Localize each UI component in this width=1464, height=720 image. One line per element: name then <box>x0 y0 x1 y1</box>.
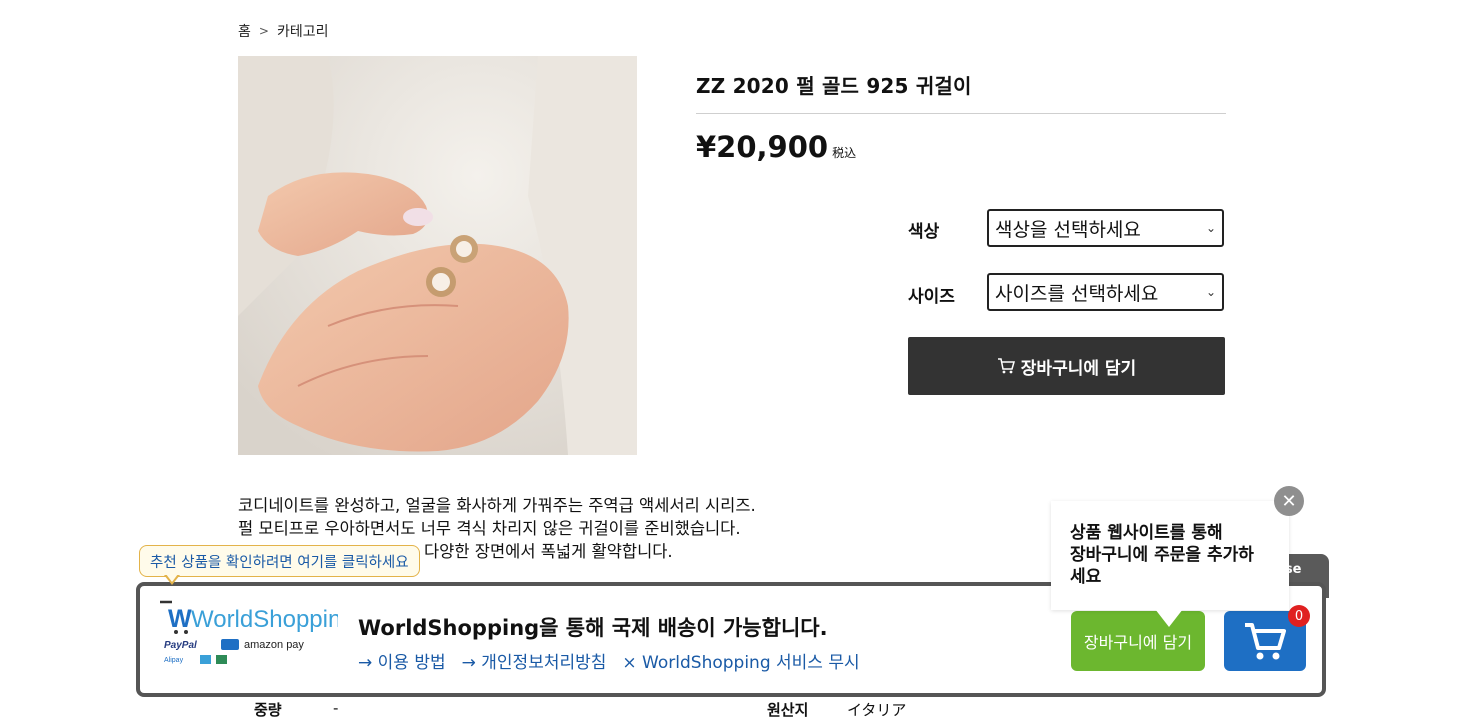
size-select[interactable]: 사이즈를 선택하세요 ⌄ <box>987 273 1224 311</box>
product-image[interactable] <box>238 56 637 455</box>
popup-tail <box>1155 609 1183 627</box>
add-to-cart-button[interactable]: 장바구니에 담기 <box>908 337 1225 395</box>
product-title: ZZ 2020 펄 골드 925 귀걸이 <box>696 74 972 98</box>
popup-line: 장바구니에 주문을 추가하 <box>1070 545 1254 565</box>
cart-count-badge: 0 <box>1288 605 1310 627</box>
svg-text:Alipay: Alipay <box>164 657 184 664</box>
shopping-cart-icon <box>1245 623 1286 660</box>
popup-line: 상품 웹사이트를 통해 <box>1070 523 1223 543</box>
worldshopping-logo-svg: W WorldShopping PayPal amazon pay Alipay <box>160 600 355 664</box>
svg-text:W: W <box>168 605 192 633</box>
add-to-cart-label: 장바구니에 담기 <box>1020 358 1137 379</box>
description-line: 코디네이트를 완성하고, 얼굴을 화사하게 가꿔주는 주역급 액세서리 시리즈. <box>238 496 756 515</box>
worldshopping-logo-text: WorldShopping <box>191 606 338 633</box>
price: ¥20,900 税込 <box>696 130 856 164</box>
ws-ignore-link[interactable]: × WorldShopping 서비스 무시 <box>622 648 859 673</box>
recommendation-tooltip[interactable]: 추천 상품을 확인하려면 여기를 클릭하세요 <box>139 545 420 577</box>
breadcrumb: 홈 > 카테고리 <box>238 21 328 41</box>
color-select[interactable]: 색상을 선택하세요 ⌄ <box>987 209 1224 247</box>
worldshopping-logo[interactable]: W WorldShopping PayPal amazon pay Alipay <box>158 596 355 672</box>
size-option-label: 사이즈 <box>908 287 955 307</box>
ws-heading: WorldShopping을 통해 국제 배송이 가능합니다. <box>358 616 828 640</box>
description-line: 펄 모티프로 우아하면서도 너무 격식 차리지 않은 귀걸이를 준비했습니다. <box>238 519 741 538</box>
weight-label: 중량 <box>254 701 282 719</box>
tax-label: 税込 <box>832 146 857 160</box>
ws-privacy-link[interactable]: → 개인정보처리방침 <box>462 648 607 673</box>
color-option-label: 색상 <box>908 222 940 242</box>
close-icon[interactable]: ✕ <box>1274 486 1304 516</box>
chevron-down-icon: ⌄ <box>1205 221 1216 235</box>
cart-hint-popup: 상품 웹사이트를 통해 장바구니에 주문을 추가하 세요 <box>1051 501 1289 610</box>
breadcrumb-category[interactable]: 카테고리 <box>277 21 329 41</box>
breadcrumb-separator: > <box>258 24 269 38</box>
size-select-value: 사이즈를 선택하세요 <box>995 282 1159 305</box>
amazonpay-text: amazon pay <box>244 639 304 651</box>
paypal-text: PayPal <box>164 640 197 651</box>
ws-how-to-link[interactable]: → 이용 방법 <box>358 648 446 673</box>
origin-label: 원산지 <box>767 701 809 719</box>
ws-add-to-cart-button[interactable]: 장바구니에 담기 <box>1071 611 1205 671</box>
popup-line: 세요 <box>1070 567 1102 587</box>
tooltip-tail-inner <box>166 574 178 582</box>
price-value: ¥20,900 <box>696 130 829 164</box>
cart-icon <box>997 358 1015 374</box>
weight-value: - <box>333 699 339 717</box>
ws-links: → 이용 방법 → 개인정보처리방침 × WorldShopping 서비스 무… <box>358 648 860 673</box>
title-divider <box>696 113 1226 114</box>
product-photo-svg <box>238 56 637 455</box>
chevron-down-icon: ⌄ <box>1205 285 1216 299</box>
origin-value: イタリア <box>847 701 907 719</box>
breadcrumb-home[interactable]: 홈 <box>238 21 251 41</box>
color-select-value: 색상을 선택하세요 <box>995 218 1141 241</box>
